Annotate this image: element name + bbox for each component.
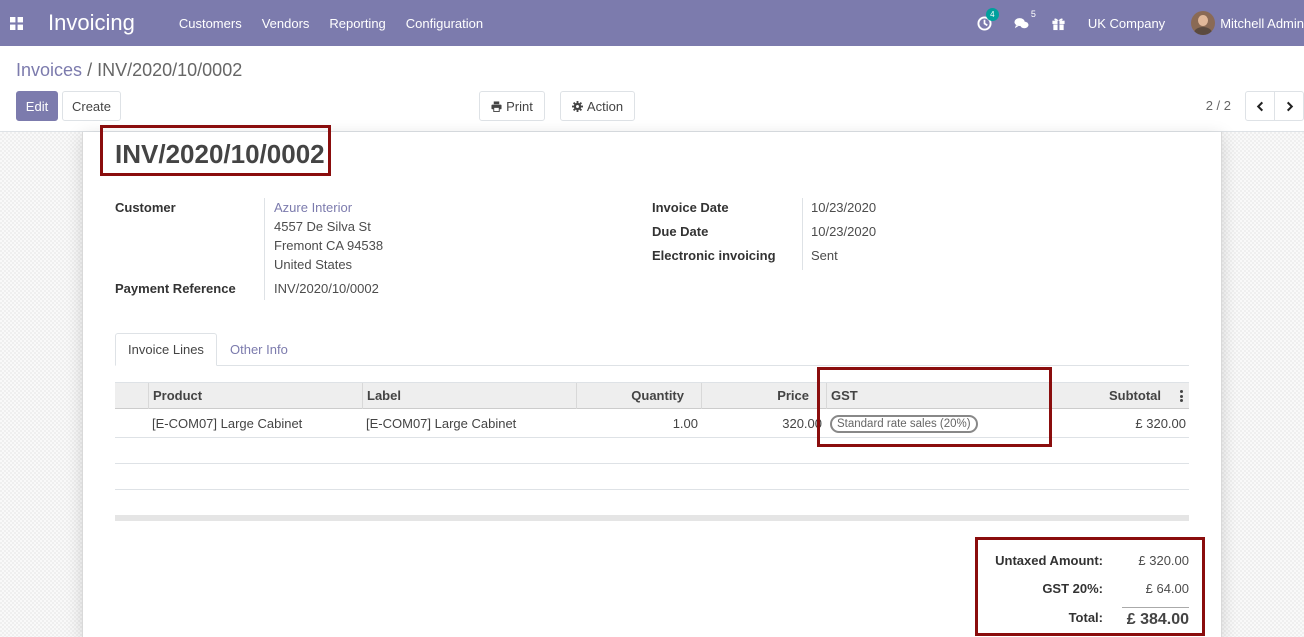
line-subtotal: £ 320.00 xyxy=(1135,416,1186,431)
control-panel: Invoices / INV/2020/10/0002 Edit Create … xyxy=(0,46,1304,132)
company-switcher[interactable]: UK Company xyxy=(1088,16,1165,31)
field-separator xyxy=(802,198,803,270)
line-quantity[interactable]: 1.00 xyxy=(584,416,698,431)
electronic-invoicing-value: Sent xyxy=(811,248,838,263)
messages-icon[interactable]: 5 xyxy=(1014,9,1036,31)
customer-address-line1: 4557 De Silva St xyxy=(274,219,371,234)
pager-next-button[interactable] xyxy=(1274,91,1304,121)
chevron-right-icon xyxy=(1286,101,1293,111)
gift-icon[interactable] xyxy=(1051,16,1066,31)
line-price[interactable]: 320.00 xyxy=(708,416,822,431)
breadcrumb-current: INV/2020/10/0002 xyxy=(97,60,243,80)
customer-address-line2: Fremont CA 94538 xyxy=(274,238,384,253)
line-label[interactable]: [E-COM07] Large Cabinet xyxy=(366,416,516,431)
gear-icon xyxy=(571,100,583,112)
payment-reference-value: INV/2020/10/0002 xyxy=(274,281,379,296)
highlight-box-gst xyxy=(817,367,1052,447)
column-header-subtotal[interactable]: Subtotal xyxy=(1060,388,1161,403)
user-menu[interactable]: Mitchell Admin xyxy=(1220,16,1304,31)
customer-address-line3: United States xyxy=(274,257,353,272)
column-header-label[interactable]: Label xyxy=(367,388,401,403)
top-navbar: Invoicing Customers Vendors Reporting Co… xyxy=(0,0,1304,46)
activity-count-badge: 4 xyxy=(985,7,999,21)
breadcrumb-invoices-link[interactable]: Invoices xyxy=(16,60,82,80)
print-button[interactable]: Print xyxy=(479,91,545,121)
column-separator xyxy=(701,383,702,409)
electronic-invoicing-label: Electronic invoicing xyxy=(652,248,776,263)
app-title[interactable]: Invoicing xyxy=(48,10,135,36)
column-separator xyxy=(362,383,363,409)
optional-columns-icon[interactable] xyxy=(1180,390,1184,404)
apps-menu-icon[interactable] xyxy=(0,0,32,46)
user-avatar[interactable] xyxy=(1191,11,1216,35)
create-button[interactable]: Create xyxy=(62,91,121,121)
line-product[interactable]: [E-COM07] Large Cabinet xyxy=(152,416,302,431)
tab-other-info[interactable]: Other Info xyxy=(230,342,288,357)
breadcrumb: Invoices / INV/2020/10/0002 xyxy=(16,60,242,81)
tab-invoice-lines[interactable]: Invoice Lines xyxy=(115,333,217,366)
print-icon xyxy=(491,100,502,112)
column-header-product[interactable]: Product xyxy=(153,388,202,403)
customer-link[interactable]: Azure Interior xyxy=(274,200,352,215)
menu-reporting[interactable]: Reporting xyxy=(329,16,385,31)
due-date-label: Due Date xyxy=(652,224,709,239)
action-button[interactable]: Action xyxy=(560,91,635,121)
due-date-value: 10/23/2020 xyxy=(811,224,877,239)
print-label: Print xyxy=(506,98,533,114)
tabs-divider xyxy=(115,365,1189,366)
column-header-quantity[interactable]: Quantity xyxy=(584,388,684,403)
menu-configuration[interactable]: Configuration xyxy=(406,16,483,31)
field-separator xyxy=(264,198,265,300)
menu-customers[interactable]: Customers xyxy=(179,16,242,31)
table-footer xyxy=(115,515,1189,521)
customer-label: Customer xyxy=(115,200,176,215)
column-separator xyxy=(576,383,577,409)
chevron-left-icon xyxy=(1256,101,1263,111)
menu-vendors[interactable]: Vendors xyxy=(262,16,310,31)
edit-button[interactable]: Edit xyxy=(16,91,58,121)
table-row-divider xyxy=(115,489,1189,490)
payment-reference-label: Payment Reference xyxy=(115,281,236,296)
highlight-box-totals xyxy=(975,537,1205,636)
column-header-price[interactable]: Price xyxy=(708,388,809,403)
table-row-divider xyxy=(115,463,1189,464)
highlight-box-title xyxy=(100,125,331,176)
invoice-date-value: 10/23/2020 xyxy=(811,200,877,215)
column-separator xyxy=(148,383,149,409)
invoice-date-label: Invoice Date xyxy=(652,200,729,215)
action-label: Action xyxy=(586,98,624,114)
activity-clock-icon[interactable]: 4 xyxy=(977,7,999,31)
message-count-badge: 5 xyxy=(1030,8,1036,19)
pager-previous-button[interactable] xyxy=(1245,91,1275,121)
breadcrumb-separator: / xyxy=(87,60,93,80)
pager-value[interactable]: 2 / 2 xyxy=(1206,98,1231,113)
